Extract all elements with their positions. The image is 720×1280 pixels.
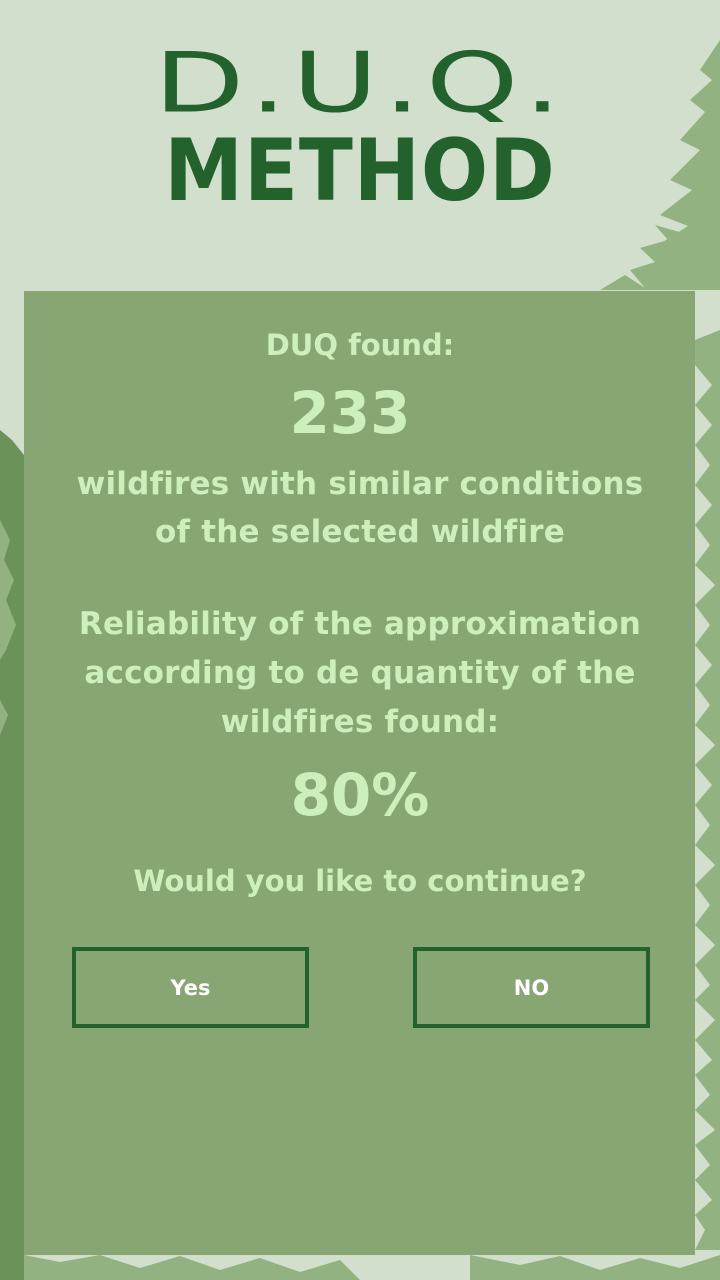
reliability-label: Reliability of the approximation accordi… — [78, 606, 642, 740]
left-tree — [0, 430, 24, 1280]
reliability-value: 80% — [290, 761, 430, 829]
no-button-label: NO — [513, 975, 550, 1000]
logo: D.U.Q. METHOD — [0, 38, 720, 214]
yes-button-label: Yes — [170, 975, 211, 1000]
found-count: 233 — [289, 379, 411, 447]
found-description: wildfires with similar conditions of the… — [76, 466, 644, 550]
no-button[interactable]: NO — [413, 947, 650, 1028]
bottom-foliage — [24, 1255, 720, 1280]
yes-button[interactable]: Yes — [72, 947, 309, 1028]
logo-title: D.U.Q. — [153, 35, 567, 132]
logo-subtitle: METHOD — [164, 121, 556, 221]
continue-question: Would you like to continue? — [133, 864, 587, 898]
found-label: DUQ found: — [265, 328, 455, 362]
